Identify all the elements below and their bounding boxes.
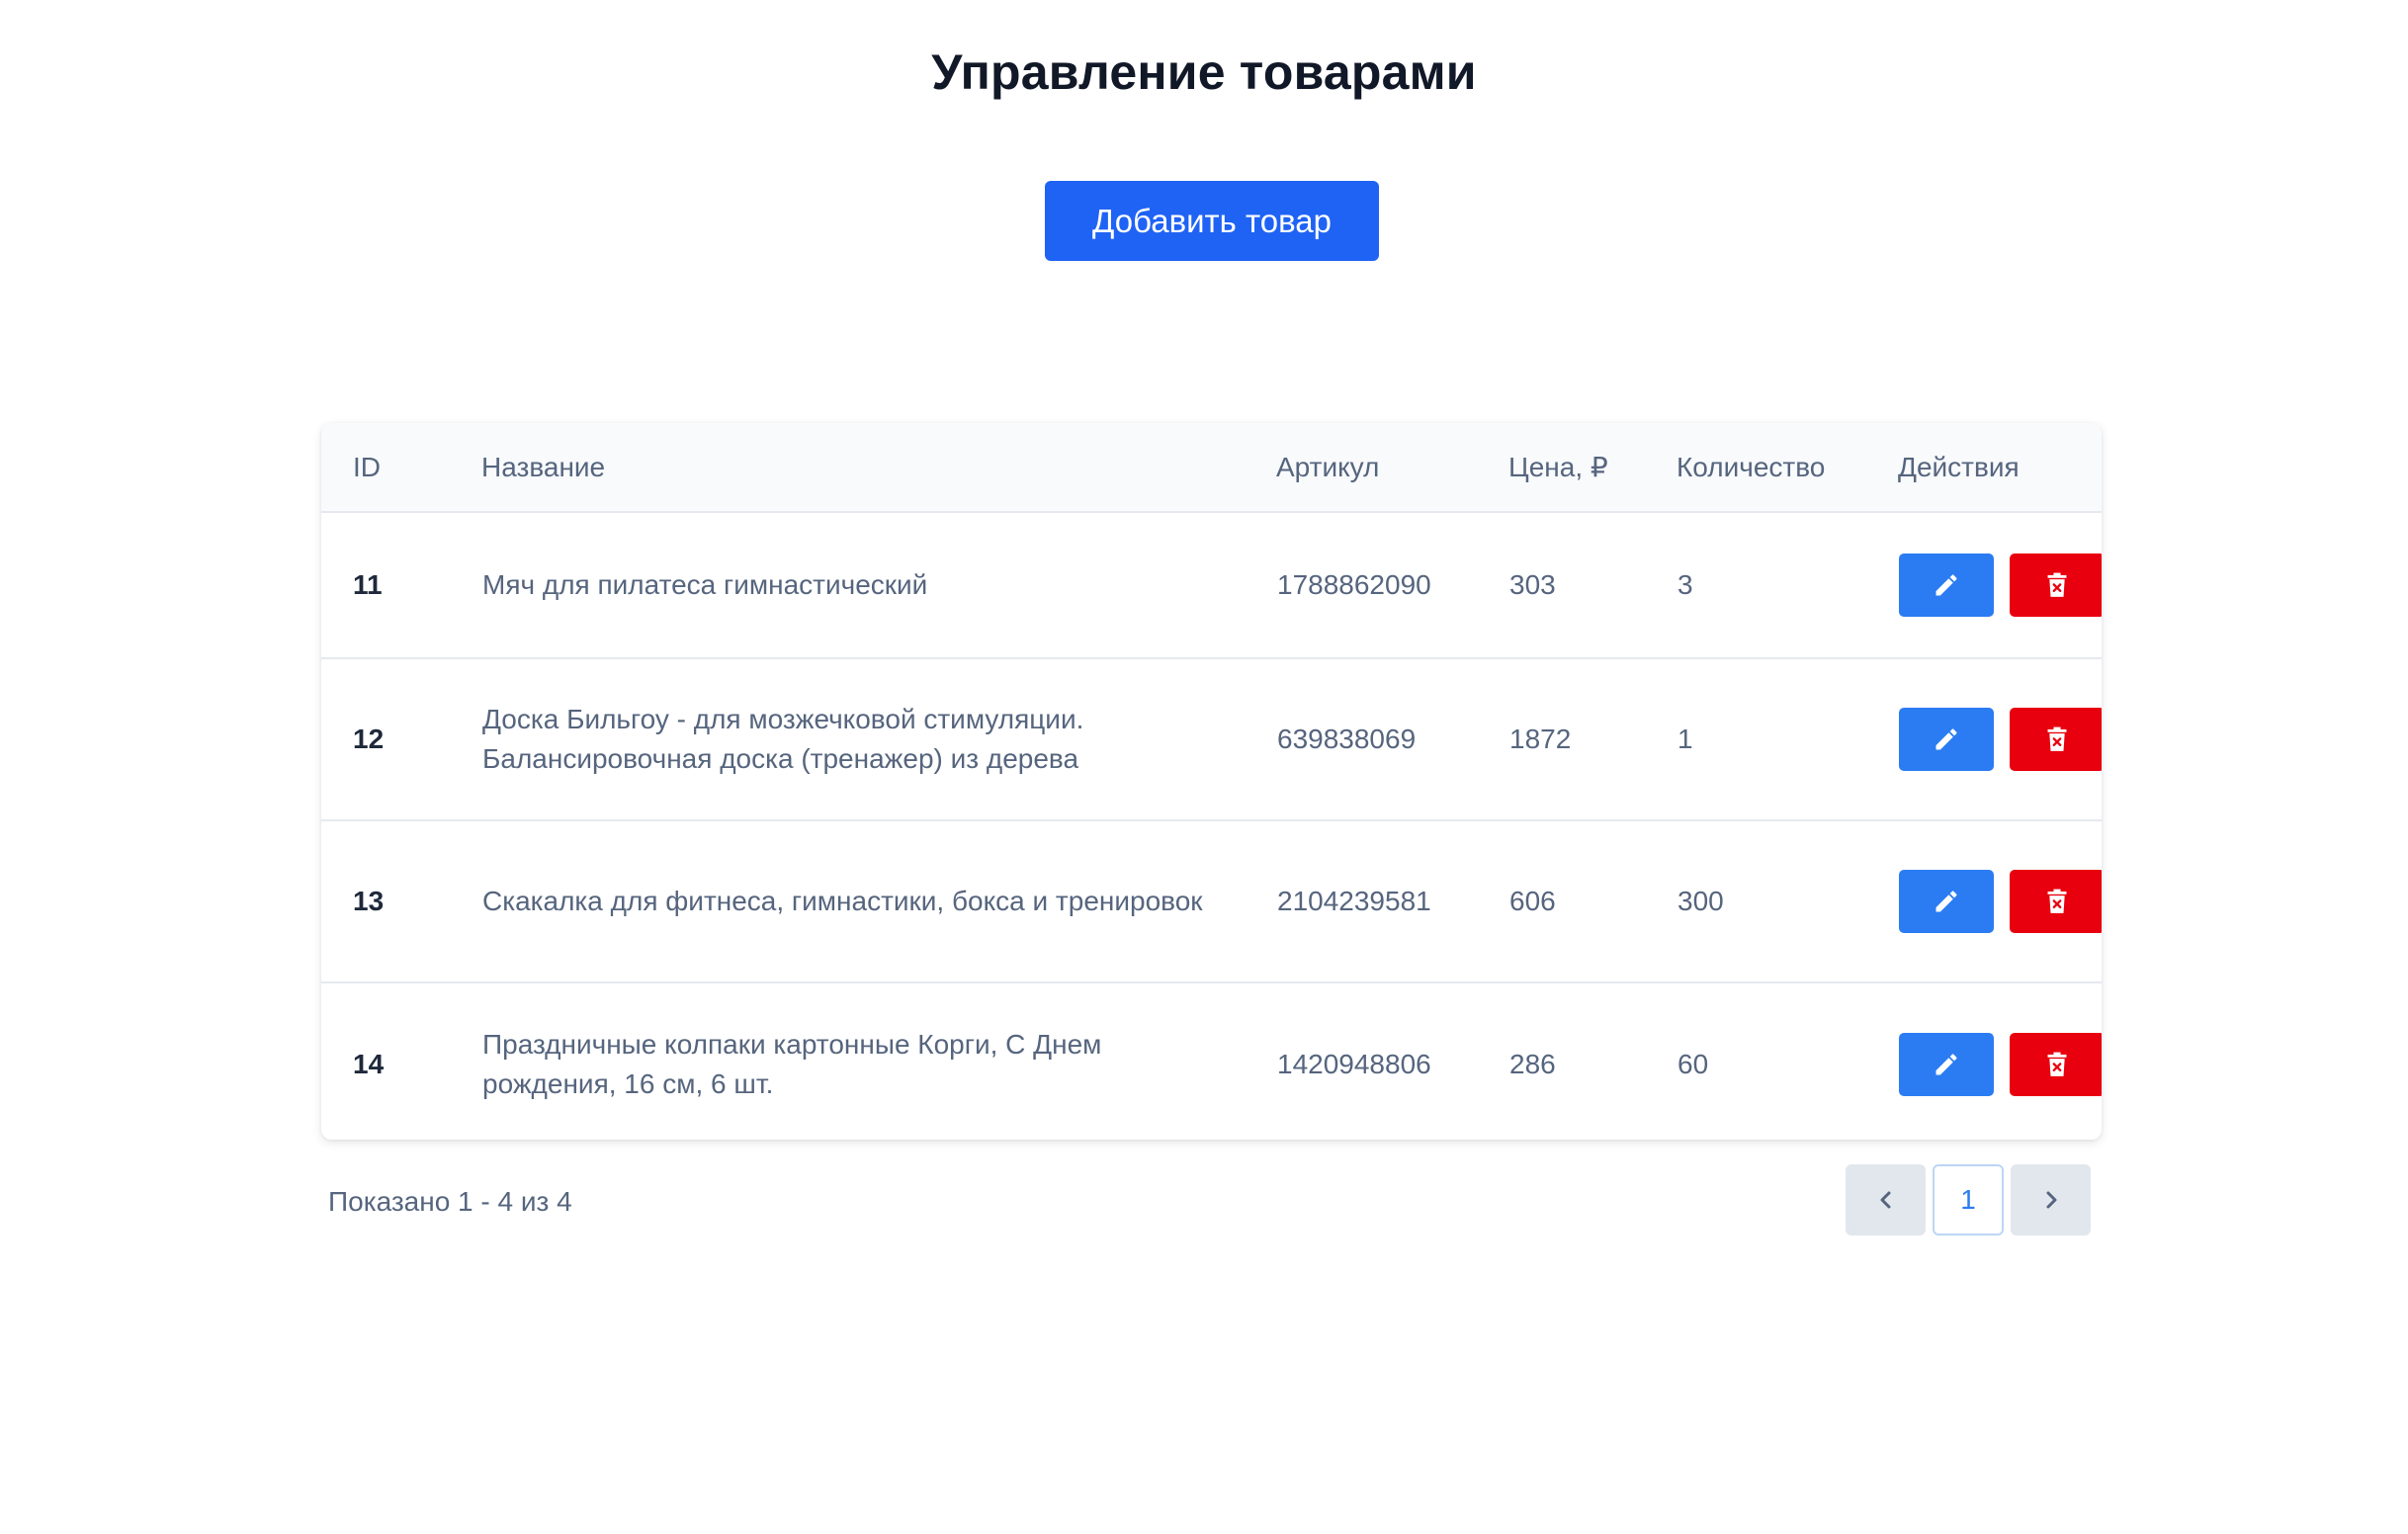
pencil-icon — [1935, 1053, 1957, 1074]
row-actions-group — [1899, 870, 2102, 933]
column-header-price: Цена, ₽ — [1508, 423, 1677, 513]
row-price: 286 — [1509, 1048, 1556, 1079]
trash-icon — [2047, 889, 2067, 913]
row-actions — [1898, 658, 2102, 821]
chevron-left-icon — [1880, 1191, 1890, 1209]
row-sku: 1788862090 — [1276, 512, 1508, 659]
row-actions-group — [1899, 708, 2102, 771]
row-price: 1872 — [1508, 658, 1677, 821]
page-number-button[interactable]: 1 — [1933, 1164, 2004, 1236]
table-row: 14 Праздничные колпаки картонные Корги, … — [321, 982, 2102, 1140]
row-quantity: 1 — [1677, 658, 1898, 821]
row-id: 14 — [353, 1048, 385, 1079]
row-id: 13 — [321, 820, 481, 983]
row-actions — [1898, 982, 2102, 1140]
chevron-right-icon — [2046, 1191, 2056, 1209]
trash-icon — [2047, 1052, 2067, 1076]
edit-button[interactable] — [1899, 554, 1994, 617]
row-id: 12 — [321, 658, 481, 821]
row-actions-group — [1899, 554, 2102, 617]
row-sku: 639838069 — [1276, 658, 1508, 821]
column-header-sku: Артикул — [1276, 423, 1508, 513]
page-title: Управление товарами — [931, 44, 1477, 100]
edit-button[interactable] — [1899, 708, 1994, 771]
row-sku: 1420948806 — [1277, 1048, 1431, 1079]
row-name: Доска Бильгоу - для мозжечковой стимуляц… — [481, 658, 1276, 821]
row-name: Праздничные колпаки картонные Корги, С Д… — [482, 1028, 1102, 1099]
pagination: 1 — [1846, 1164, 2091, 1236]
product-management-page: Управление товарами Добавить товар ID На… — [0, 0, 2408, 1534]
products-table: ID Название Артикул Цена, ₽ Количество Д… — [321, 423, 2102, 1140]
delete-button[interactable] — [2010, 554, 2102, 617]
delete-button[interactable] — [2010, 1032, 2102, 1096]
edit-button[interactable] — [1899, 1032, 1994, 1096]
row-id: 11 — [321, 512, 481, 659]
delete-button[interactable] — [2010, 870, 2102, 933]
column-header-id: ID — [321, 423, 481, 513]
row-name: Мяч для пилатеса гимнастический — [481, 512, 1276, 659]
pencil-icon — [1935, 574, 1957, 596]
pagination-summary: Показано 1 - 4 из 4 — [328, 1186, 572, 1217]
delete-button[interactable] — [2010, 708, 2102, 771]
column-header-name: Название — [481, 423, 1276, 513]
column-header-quantity: Количество — [1677, 423, 1898, 513]
table-row: 12 Доска Бильгоу - для мозжечковой стиму… — [321, 658, 2102, 821]
row-actions — [1898, 820, 2102, 983]
row-quantity: 300 — [1677, 820, 1898, 983]
row-name: Скакалка для фитнеса, гимнастики, бокса … — [481, 820, 1276, 983]
row-sku: 2104239581 — [1276, 820, 1508, 983]
table-header-row: ID Название Артикул Цена, ₽ Количество Д… — [321, 423, 2102, 513]
table-row: 13 Скакалка для фитнеса, гимнастики, бок… — [321, 820, 2102, 983]
table-row: 11 Мяч для пилатеса гимнастический 17888… — [321, 512, 2102, 659]
next-page-button[interactable] — [2011, 1164, 2091, 1236]
column-header-actions: Действия — [1898, 423, 2102, 513]
edit-button[interactable] — [1899, 870, 1994, 933]
row-price: 303 — [1508, 512, 1677, 659]
pencil-icon — [1935, 891, 1957, 912]
add-product-button[interactable]: Добавить товар — [1045, 181, 1379, 261]
row-quantity: 60 — [1677, 1048, 1709, 1079]
pencil-icon — [1935, 728, 1957, 750]
row-quantity: 3 — [1677, 512, 1898, 659]
trash-icon — [2047, 572, 2067, 597]
row-actions — [1898, 512, 2102, 659]
products-table-card: ID Название Артикул Цена, ₽ Количество Д… — [321, 423, 2102, 1140]
row-price: 606 — [1508, 820, 1677, 983]
trash-icon — [2047, 726, 2067, 751]
row-actions-group — [1899, 1032, 2102, 1096]
previous-page-button[interactable] — [1846, 1164, 1926, 1236]
